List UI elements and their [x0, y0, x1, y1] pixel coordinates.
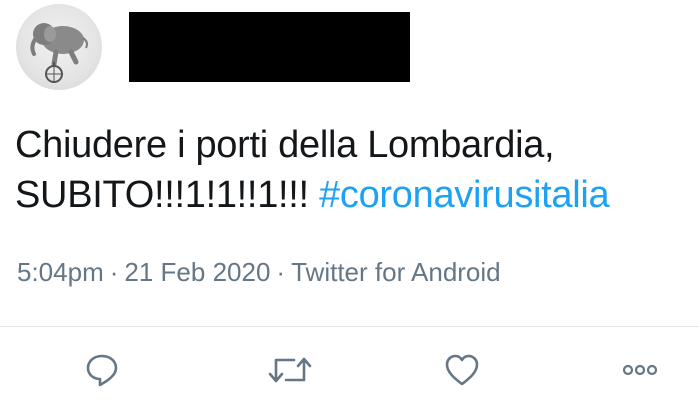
more-button[interactable] [612, 342, 668, 398]
tweet-source[interactable]: Twitter for Android [291, 257, 501, 287]
action-bar [0, 342, 699, 402]
retweet-button[interactable] [262, 342, 318, 398]
tweet-text-line-1: Chiudere i porti della Lombardia, [15, 124, 555, 166]
tweet-text: Chiudere i porti della Lombardia, SUBITO… [15, 120, 699, 220]
meta-separator: · [109, 257, 119, 287]
more-icon [622, 364, 658, 376]
reply-button[interactable] [74, 342, 130, 398]
divider [0, 326, 699, 327]
retweet-icon [268, 357, 312, 383]
like-button[interactable] [434, 342, 490, 398]
avatar[interactable] [16, 4, 102, 90]
heart-icon [445, 354, 479, 386]
elephant-on-unicycle-icon [30, 23, 88, 83]
tweet-text-line-2: SUBITO!!!1!1!!1!!! #coronavirusitalia [15, 170, 699, 220]
hashtag-link[interactable]: #coronavirusitalia [319, 174, 610, 216]
meta-separator: · [276, 257, 286, 287]
reply-icon [86, 354, 118, 387]
tweet-date[interactable]: 21 Feb 2020 [124, 257, 270, 287]
tweet-text-body: SUBITO!!!1!1!!1!!! [15, 174, 320, 216]
redacted-name-block [129, 12, 410, 82]
tweet-card: Chiudere i porti della Lombardia, SUBITO… [0, 0, 699, 409]
tweet-time[interactable]: 5:04pm [17, 257, 104, 287]
tweet-meta: 5:04pm · 21 Feb 2020 · Twitter for Android [17, 255, 501, 289]
